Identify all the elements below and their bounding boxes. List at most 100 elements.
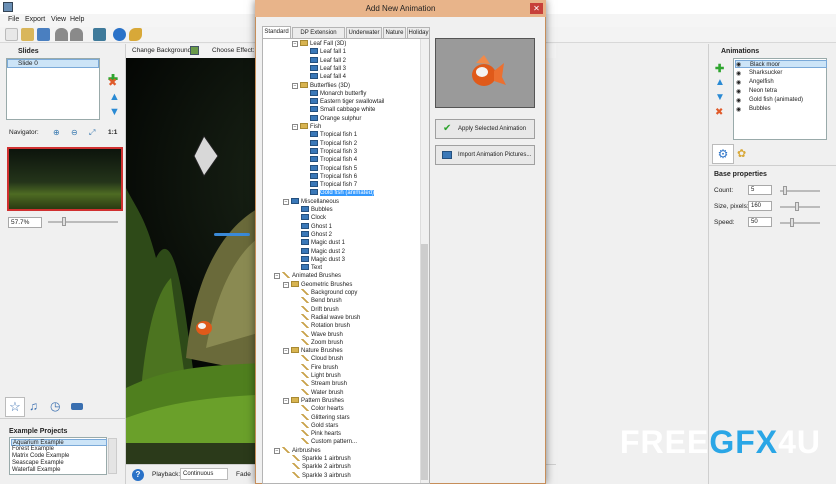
- open-folder-icon[interactable]: [21, 28, 34, 41]
- tree-item[interactable]: Tropical fish 6: [310, 172, 357, 181]
- tab-dp-extension-pack[interactable]: DP Extension Pack: [292, 27, 345, 46]
- tree-brush-item[interactable]: − Airbrushes: [274, 446, 321, 455]
- tree-brush-item[interactable]: Wave brush: [301, 330, 343, 339]
- tree-group[interactable]: − Pattern Brushes: [283, 396, 344, 405]
- animations-list[interactable]: Black moor Sharksucker Angelfish Neon te…: [733, 58, 827, 140]
- import-animation-pictures-button[interactable]: Import Animation Pictures...: [435, 145, 535, 165]
- list-item[interactable]: Waterfall Example: [11, 467, 107, 474]
- tree-item[interactable]: Leaf fall 1: [310, 48, 346, 56]
- size-slider[interactable]: [780, 206, 820, 208]
- menu-help[interactable]: Help: [70, 16, 84, 23]
- tree-brush-item[interactable]: Pink hearts: [301, 430, 341, 438]
- visibility-icon[interactable]: ◉: [736, 61, 741, 68]
- tree-group[interactable]: − Miscellaneous: [283, 197, 339, 206]
- tree-item[interactable]: Leaf fall 3: [310, 64, 346, 73]
- count-input[interactable]: 5: [748, 185, 772, 195]
- star-icon[interactable]: ☆: [5, 397, 25, 417]
- tree-brush-item[interactable]: Sparkle 2 airbrush: [292, 463, 351, 471]
- music-icon[interactable]: ♫: [29, 399, 38, 413]
- help-icon[interactable]: ?: [132, 469, 144, 481]
- visibility-icon[interactable]: ◉: [736, 70, 741, 77]
- apply-selected-animation-button[interactable]: ✔ Apply Selected Animation: [435, 119, 535, 139]
- speed-input[interactable]: 50: [748, 217, 772, 227]
- zoom-field[interactable]: 57.7%: [8, 217, 42, 228]
- tree-item[interactable]: Leaf fall 2: [310, 56, 346, 65]
- fit-icon[interactable]: ⤢: [89, 128, 95, 138]
- list-item[interactable]: Black moor: [735, 60, 827, 68]
- size-slider-thumb[interactable]: [795, 202, 799, 211]
- tree-brush-item[interactable]: Stream brush: [301, 380, 347, 388]
- tree-item[interactable]: Ghost 2: [301, 230, 332, 239]
- tree-scrollbar-thumb[interactable]: [421, 244, 428, 480]
- move-down-icon[interactable]: ▼: [109, 107, 120, 118]
- tree-brush-item[interactable]: Background copy: [301, 289, 357, 297]
- collapse-icon[interactable]: −: [292, 41, 298, 47]
- tree-brush-item[interactable]: Bend brush: [301, 297, 342, 305]
- list-item[interactable]: Gold fish (animated): [735, 96, 827, 104]
- save-icon[interactable]: [37, 28, 50, 41]
- tree-item[interactable]: Magic dust 3: [301, 255, 345, 264]
- collapse-icon[interactable]: −: [274, 273, 280, 280]
- clock-icon[interactable]: ◷: [50, 399, 60, 413]
- collapse-icon[interactable]: −: [283, 348, 289, 355]
- tree-brush-item[interactable]: Fire brush: [301, 363, 338, 372]
- tree-brush-item[interactable]: Color hearts: [301, 405, 344, 413]
- tree-item[interactable]: Small cabbage white: [310, 106, 375, 114]
- visibility-icon[interactable]: ◉: [736, 97, 741, 104]
- tree-item[interactable]: Gold fish (animated): [310, 189, 376, 198]
- tree-item[interactable]: Bubbles: [301, 206, 333, 214]
- example-list-scrollbar[interactable]: [108, 438, 117, 474]
- list-item[interactable]: Angelfish: [735, 78, 827, 86]
- tree-group[interactable]: − Fish: [292, 123, 321, 131]
- tree-item[interactable]: Tropical fish 7: [310, 181, 357, 189]
- tree-item[interactable]: Tropical fish 2: [310, 139, 357, 148]
- tab-underwater[interactable]: Underwater: [346, 27, 382, 38]
- zoom-slider[interactable]: [48, 221, 118, 223]
- properties-tab-icon[interactable]: ⚙: [712, 144, 734, 164]
- menu-export[interactable]: Export: [25, 16, 45, 23]
- new-icon[interactable]: [5, 28, 18, 41]
- background-picture-icon[interactable]: [190, 46, 199, 55]
- tree-brush-item[interactable]: Radial wave brush: [301, 313, 360, 322]
- tree-item[interactable]: Magic dust 2: [301, 247, 345, 256]
- tree-item[interactable]: Tropical fish 1: [310, 131, 357, 139]
- tree-brush-item[interactable]: Light brush: [301, 372, 341, 380]
- tree-item[interactable]: Ghost 1: [301, 222, 332, 231]
- tree-brush-item[interactable]: Rotation brush: [301, 322, 350, 330]
- list-item[interactable]: Seascape Example: [11, 460, 107, 467]
- tab-standard[interactable]: Standard: [262, 26, 291, 38]
- list-item[interactable]: Aquarium Example: [11, 439, 107, 446]
- undo-icon[interactable]: [55, 28, 68, 41]
- actual-size-button[interactable]: 1:1: [108, 129, 117, 136]
- tree-group[interactable]: − Geometric Brushes: [283, 280, 352, 289]
- collapse-icon[interactable]: −: [292, 124, 298, 130]
- info-icon[interactable]: [113, 28, 126, 41]
- close-icon[interactable]: ✕: [530, 3, 543, 14]
- tab-holiday[interactable]: Holiday: [407, 27, 430, 38]
- tree-brush-item[interactable]: Zoom brush: [301, 338, 343, 347]
- menu-view[interactable]: View: [51, 16, 66, 23]
- visibility-icon[interactable]: ◉: [736, 88, 741, 95]
- tree-item[interactable]: Tropical fish 5: [310, 164, 357, 173]
- collapse-icon[interactable]: −: [274, 447, 280, 454]
- tree-brush-item[interactable]: Glittering stars: [301, 413, 350, 422]
- tree-brush-item[interactable]: Sparkle 1 airbrush: [292, 455, 351, 463]
- navigator-thumbnail[interactable]: [7, 147, 123, 211]
- tab-nature[interactable]: Nature: [383, 27, 406, 38]
- tree-item[interactable]: Monarch butterfly: [310, 89, 366, 98]
- tree-brush-item[interactable]: − Animated Brushes: [274, 272, 341, 280]
- tree-item[interactable]: Leaf fall 4: [310, 73, 346, 81]
- menu-file[interactable]: File: [8, 16, 19, 23]
- add-animation-icon[interactable]: ✚: [715, 62, 724, 75]
- tree-item[interactable]: Text: [301, 264, 322, 272]
- tree-item[interactable]: Clock: [301, 214, 326, 222]
- tree-brush-item[interactable]: Drift brush: [301, 305, 339, 314]
- tree-brush-item[interactable]: Custom pattern...: [301, 438, 357, 446]
- zoom-slider-thumb[interactable]: [62, 217, 66, 226]
- zoom-out-icon[interactable]: ⊖: [71, 128, 78, 137]
- list-item[interactable]: Neon tetra: [735, 87, 827, 95]
- tree-group[interactable]: − Butterflies (3D): [292, 81, 350, 90]
- move-up-icon[interactable]: ▲: [109, 92, 120, 103]
- delete-animation-icon[interactable]: ✖: [715, 107, 723, 118]
- count-slider-thumb[interactable]: [783, 186, 787, 195]
